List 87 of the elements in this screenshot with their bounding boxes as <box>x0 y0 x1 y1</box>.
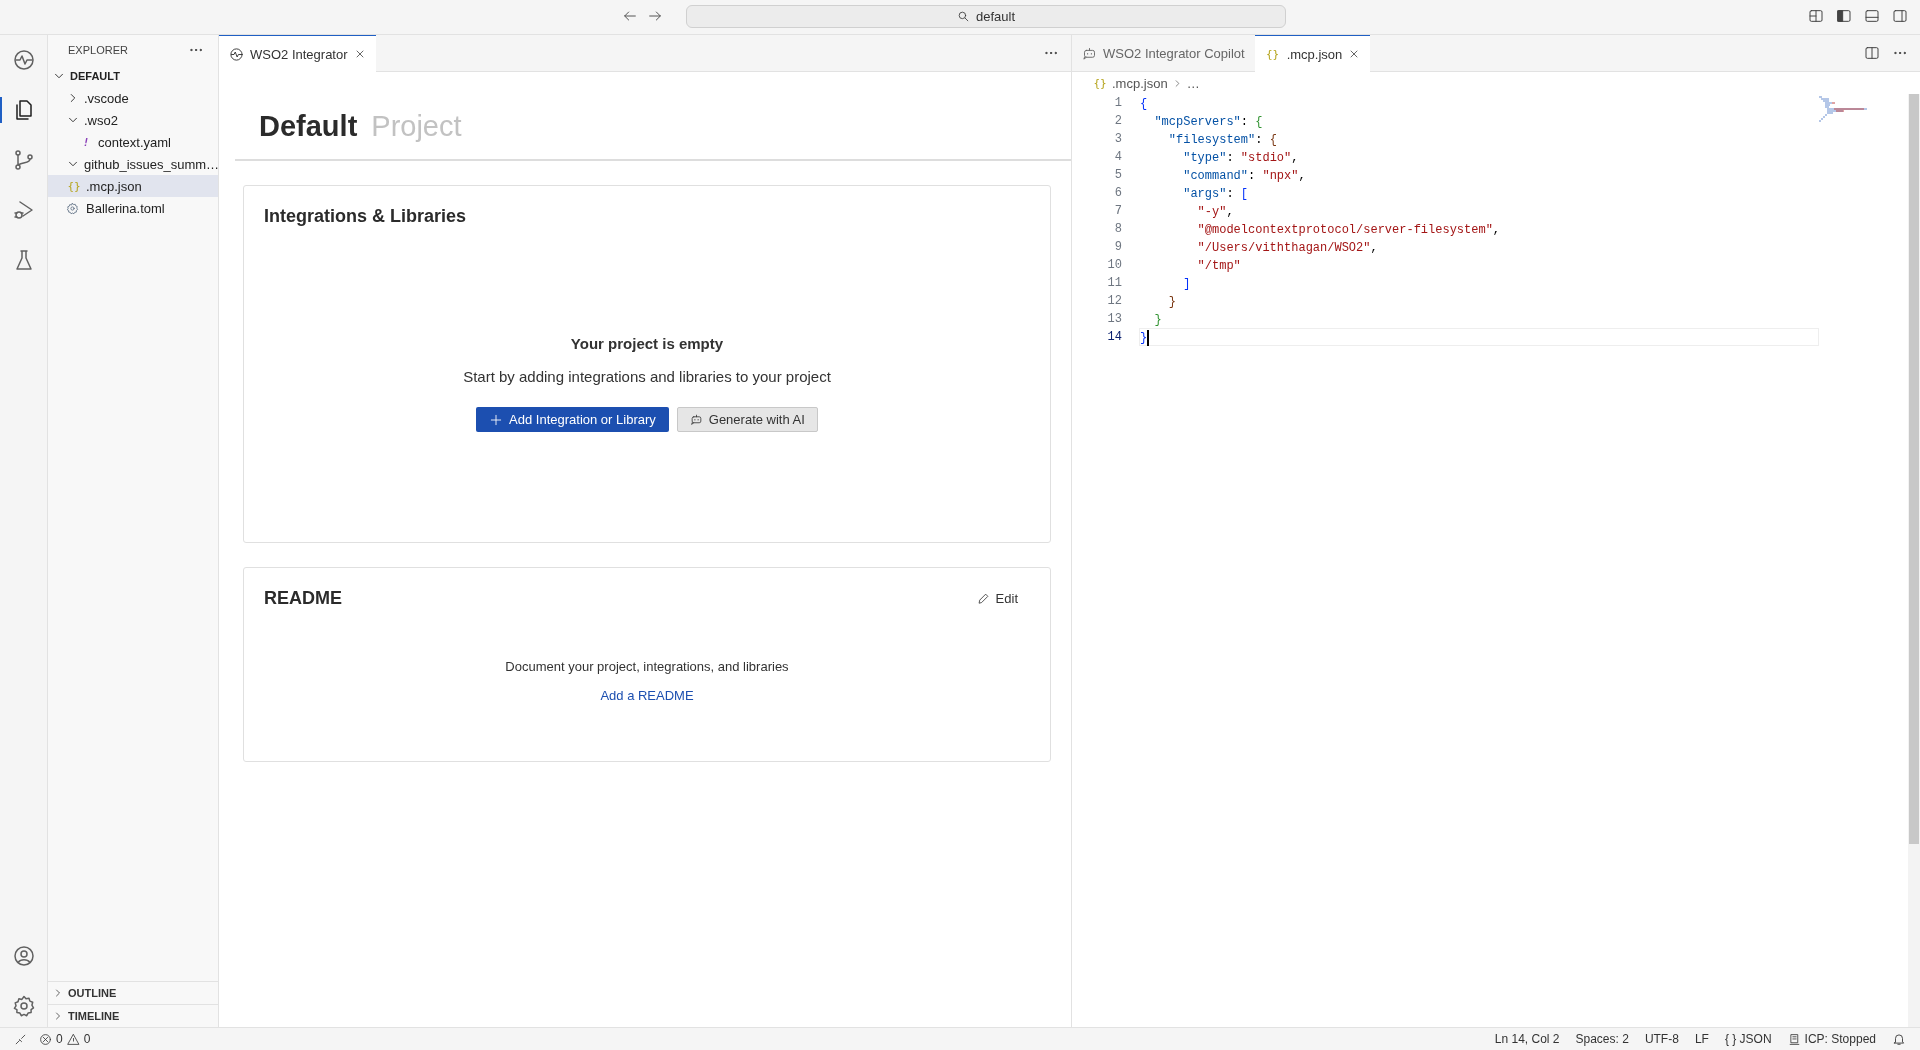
line-number: 6 <box>1113 186 1122 200</box>
search-field[interactable]: default <box>686 5 1286 28</box>
tree-item[interactable]: .vscode <box>48 87 218 109</box>
status-item[interactable]: LF <box>1688 1032 1715 1046</box>
tree-item[interactable]: DEFAULT <box>48 65 218 87</box>
primary-sidebar-icon[interactable] <box>1836 8 1852 24</box>
json-file-icon: {} <box>1264 47 1281 61</box>
back-arrow-icon[interactable] <box>622 8 638 24</box>
line-number: 2 <box>1113 114 1122 128</box>
line-number: 7 <box>1113 204 1122 218</box>
json-file-icon: {} <box>1092 76 1108 90</box>
explorer-title: EXPLORER <box>68 44 128 56</box>
line-number: 10 <box>1106 258 1122 272</box>
server-icon <box>1787 1032 1801 1046</box>
minimap-drawing[interactable] <box>1818 96 1870 122</box>
code-line: "/tmp" <box>1196 258 1242 274</box>
breadcrumb-item[interactable]: … <box>1186 75 1200 91</box>
tree-item[interactable]: ! context.yaml <box>48 131 218 153</box>
problems-indicator[interactable]: 0 0 <box>33 1032 97 1046</box>
code-line: ] <box>1182 276 1192 292</box>
tree-item[interactable]: github_issues_summ… <box>48 153 218 175</box>
edit-button[interactable]: Edit <box>976 591 1030 606</box>
project-label: Project <box>371 110 462 143</box>
add-integration-button[interactable]: Add Integration or Library <box>476 407 669 432</box>
pencil-icon <box>976 592 990 605</box>
bell-icon[interactable] <box>1892 1032 1906 1046</box>
line-number: 5 <box>1113 168 1122 182</box>
json-file-icon: {} <box>66 179 82 193</box>
editor-tab[interactable]: WSO2 Integrator <box>219 35 376 72</box>
line-number: 3 <box>1113 132 1122 146</box>
status-item[interactable]: Spaces: 2 <box>1569 1032 1635 1046</box>
yaml-file-icon: ! <box>78 135 94 149</box>
code-line: { <box>1139 96 1149 112</box>
card-title: Integrations & Libraries <box>264 206 468 227</box>
line-number: 11 <box>1106 276 1122 290</box>
code-line: "type": "stdio", <box>1182 150 1300 166</box>
card-title: README <box>264 588 342 609</box>
plus-icon <box>489 412 504 427</box>
warning-icon <box>66 1032 80 1046</box>
account-icon[interactable] <box>11 944 36 968</box>
readme-text: Document your project, integrations, and libraries <box>505 659 789 674</box>
secondary-sidebar-icon[interactable] <box>1892 8 1908 24</box>
robot-icon <box>689 413 703 426</box>
layout-icon[interactable] <box>1808 8 1824 24</box>
tree-item[interactable]: .wso2 <box>48 109 218 131</box>
pulse-icon[interactable] <box>11 48 36 72</box>
gear-icon <box>66 201 79 215</box>
code-line: "filesystem": { <box>1167 132 1278 148</box>
run-debug-icon[interactable] <box>11 198 36 222</box>
line-number: 14 <box>1106 330 1122 344</box>
section-header[interactable]: OUTLINE <box>48 981 218 1004</box>
tree-item[interactable]: Ballerina.toml <box>48 197 218 219</box>
split-editor-icon[interactable] <box>1864 45 1880 61</box>
status-item[interactable]: UTF-8 <box>1638 1032 1685 1046</box>
pulse-icon <box>229 46 244 62</box>
empty-text: Start by adding integrations and libraries to your project <box>463 368 831 385</box>
project-name: Default <box>259 110 358 143</box>
line-number: 1 <box>1113 96 1122 110</box>
robot-icon <box>1082 45 1097 61</box>
code-line: } <box>1153 312 1163 328</box>
language-mode[interactable]: { } JSON <box>1718 1032 1778 1046</box>
icp-status[interactable]: ICP: Stopped <box>1781 1032 1882 1046</box>
generate-button[interactable]: Generate with AI <box>676 407 818 432</box>
code-line: "/Users/viththagan/WSO2", <box>1196 240 1379 256</box>
line-number: 9 <box>1113 240 1122 254</box>
error-icon <box>39 1032 52 1046</box>
line-number: 13 <box>1106 312 1122 326</box>
code-line: "command": "npx", <box>1182 168 1307 184</box>
search-icon <box>956 10 970 23</box>
code-line: "-y", <box>1196 204 1235 220</box>
code-line: } <box>1167 294 1177 310</box>
add-readme-link[interactable]: Add a README <box>600 688 694 703</box>
status-item[interactable]: Ln 14, Col 2 <box>1488 1032 1566 1046</box>
line-number: 4 <box>1113 150 1122 164</box>
line-number: 12 <box>1106 294 1122 308</box>
code-line: "mcpServers": { <box>1153 114 1264 130</box>
tree-item[interactable]: {} .mcp.json <box>48 175 218 197</box>
panel-icon[interactable] <box>1864 8 1880 24</box>
settings-icon[interactable] <box>11 994 36 1018</box>
line-number: 8 <box>1113 222 1122 236</box>
code-line: "@modelcontextprotocol/server-filesystem", <box>1196 222 1502 238</box>
breadcrumb-item[interactable]: .mcp.json <box>1112 75 1168 91</box>
editor-tab[interactable]: {} .mcp.json <box>1254 35 1371 72</box>
scrollbar-thumb[interactable] <box>1909 94 1919 844</box>
forward-arrow-icon[interactable] <box>647 8 663 24</box>
code-line: "args": [ <box>1182 186 1250 202</box>
empty-title: Your project is empty <box>570 335 724 352</box>
